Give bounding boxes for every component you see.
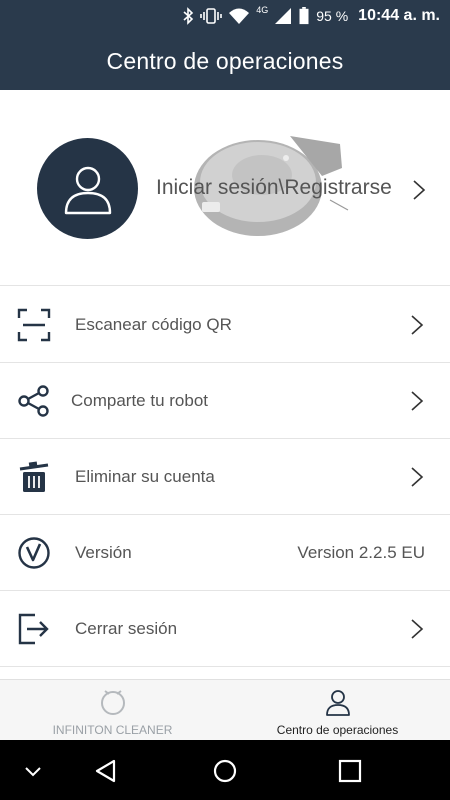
tab-label: INFINITON CLEANER: [52, 723, 173, 737]
clock: 10:44 a. m.: [358, 7, 440, 24]
system-navigation-bar: [0, 740, 450, 800]
status-bar: 4G 95 % 10:44 a. m.: [0, 0, 450, 33]
menu-item-label: Versión: [75, 543, 132, 562]
recents-icon[interactable]: [337, 758, 363, 784]
chevron-right-icon: [411, 315, 424, 335]
menu-item-share-robot[interactable]: Comparte tu robot: [0, 363, 450, 439]
logout-icon: [16, 611, 52, 647]
wifi-icon: [229, 8, 250, 24]
menu-item-version: Versión Version 2.2.5 EU: [0, 515, 450, 591]
menu-item-delete-account[interactable]: Eliminar su cuenta: [0, 439, 450, 515]
tab-infiniton-cleaner[interactable]: INFINITON CLEANER: [0, 680, 225, 741]
signal-icon: [275, 8, 292, 24]
trash-icon: [16, 459, 52, 495]
settings-menu: Escanear código QR Comparte tu robot Eli…: [0, 287, 450, 667]
menu-item-label: Escanear código QR: [75, 315, 232, 334]
tab-label: Centro de operaciones: [276, 723, 399, 737]
robot-icon: [100, 690, 125, 715]
battery-icon: [299, 7, 309, 25]
network-type: 4G: [256, 5, 269, 15]
menu-item-label: Cerrar sesión: [75, 619, 178, 638]
version-value: Version 2.2.5 EU: [297, 543, 425, 562]
bottom-navigation: INFINITON CLEANER Centro de operaciones: [0, 679, 450, 740]
vibrate-icon: [200, 8, 223, 24]
chevron-right-icon: [411, 619, 424, 639]
back-icon[interactable]: [93, 758, 119, 784]
menu-item-label: Comparte tu robot: [71, 391, 209, 410]
share-icon: [16, 383, 52, 419]
chevron-right-icon: [411, 467, 424, 487]
qr-scan-icon: [16, 307, 52, 343]
menu-item-scan-qr[interactable]: Escanear código QR: [0, 287, 450, 363]
tab-operations-center[interactable]: Centro de operaciones: [225, 680, 450, 741]
page-title: Centro de operaciones: [106, 48, 344, 74]
login-row[interactable]: Iniciar sesión\Registrarse: [0, 90, 450, 286]
home-icon[interactable]: [212, 758, 238, 784]
battery-percent: 95 %: [316, 8, 349, 24]
chevron-right-icon: [413, 180, 426, 200]
user-icon: [325, 690, 350, 716]
chevron-down-icon[interactable]: [20, 758, 46, 784]
bluetooth-icon: [183, 7, 194, 25]
menu-item-label: Eliminar su cuenta: [75, 467, 215, 486]
version-icon: [16, 535, 52, 571]
menu-item-logout[interactable]: Cerrar sesión: [0, 591, 450, 667]
app-header: Centro de operaciones: [0, 33, 450, 90]
chevron-right-icon: [411, 391, 424, 411]
avatar[interactable]: [37, 138, 138, 239]
login-register-label: Iniciar sesión\Registrarse: [156, 176, 392, 199]
user-icon: [64, 166, 111, 214]
